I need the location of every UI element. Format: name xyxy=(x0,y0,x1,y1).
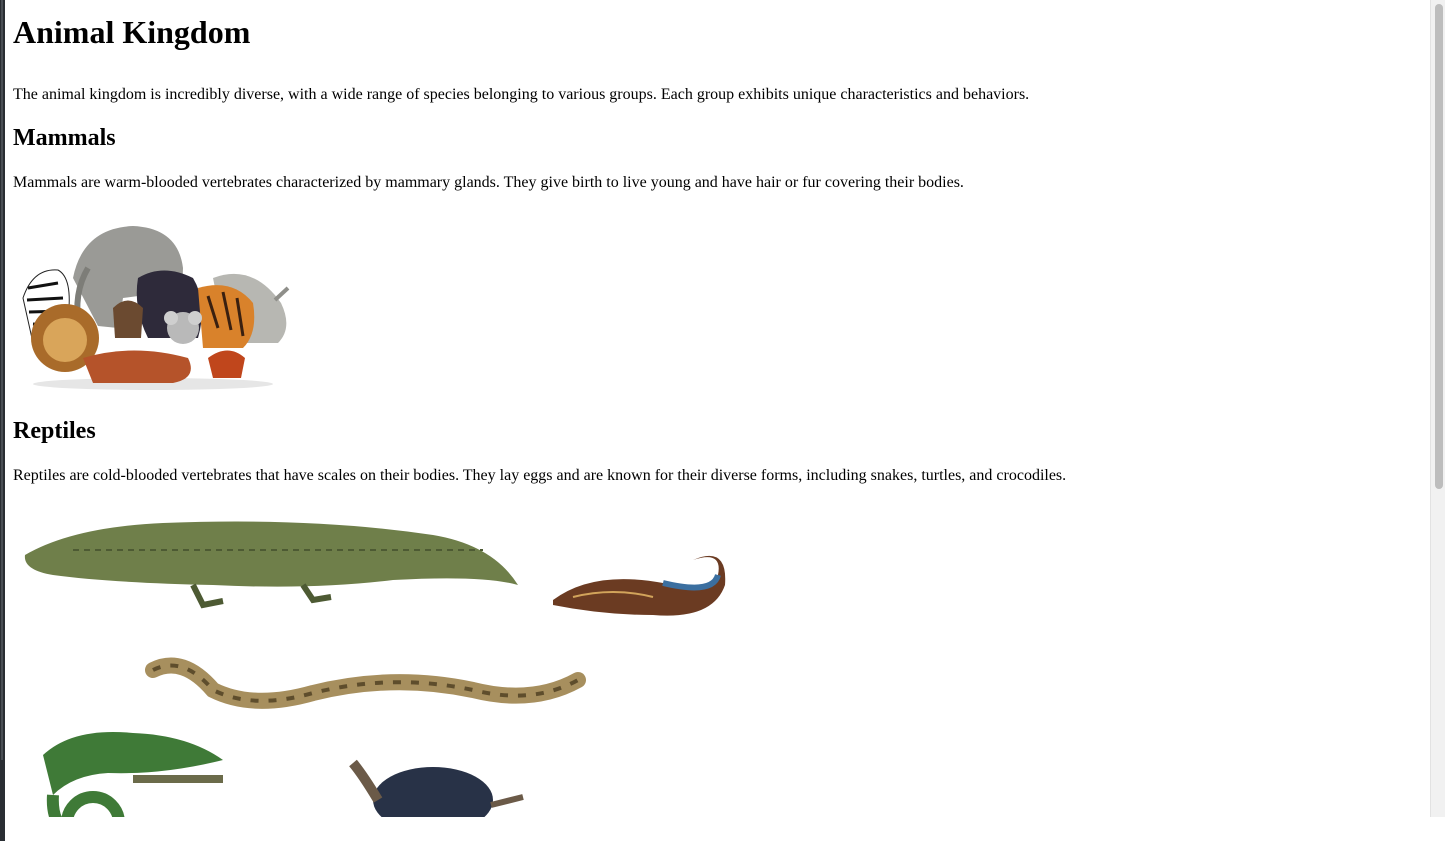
page-viewport: Animal Kingdom The animal kingdom is inc… xyxy=(5,0,1430,817)
scrollbar-thumb[interactable] xyxy=(1435,4,1443,489)
reptiles-heading: Reptiles xyxy=(13,418,96,444)
intro-paragraph: The animal kingdom is incredibly diverse… xyxy=(13,86,1030,103)
mammals-image xyxy=(22,226,290,390)
page-content: Animal Kingdom The animal kingdom is inc… xyxy=(5,0,1430,817)
reptiles-paragraph: Reptiles are cold-blooded vertebrates th… xyxy=(13,467,1067,484)
mammals-paragraph: Mammals are warm-blooded vertebrates cha… xyxy=(13,174,964,191)
vertical-scrollbar[interactable] xyxy=(1430,0,1445,817)
page-title: Animal Kingdom xyxy=(13,14,251,50)
mammals-heading: Mammals xyxy=(13,125,116,151)
reptiles-image xyxy=(24,521,726,817)
bottom-strip xyxy=(5,817,1445,841)
